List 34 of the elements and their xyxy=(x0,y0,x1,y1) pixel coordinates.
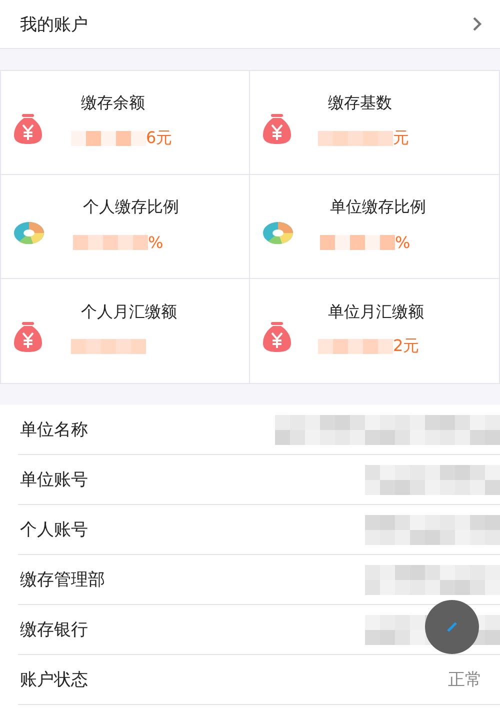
field-label: 单位账号 xyxy=(20,469,88,491)
donut-chart-icon xyxy=(13,220,45,244)
field-label: 单位名称 xyxy=(20,419,88,441)
field-label: 缴存银行 xyxy=(20,619,88,641)
stat-tile[interactable]: 个人缴存比例 % xyxy=(0,175,250,279)
money-bag-icon xyxy=(262,321,292,353)
stat-tile[interactable]: 缴存余额 6元 xyxy=(0,71,250,175)
pen-icon xyxy=(445,620,459,634)
stat-value: % xyxy=(148,232,164,252)
stat-tile[interactable]: 缴存基数 元 xyxy=(250,71,500,175)
money-bag-icon xyxy=(13,112,43,144)
field-label: 账户状态 xyxy=(20,669,88,691)
stat-tile[interactable]: 个人月汇缴额 xyxy=(0,279,250,383)
stat-label: 个人月汇缴额 xyxy=(81,302,177,322)
stat-value: 6元 xyxy=(146,128,172,148)
field-label: 缴存管理部 xyxy=(20,569,105,591)
stat-tile[interactable]: 单位月汇缴额 2元 xyxy=(250,279,500,383)
stat-label: 缴存基数 xyxy=(328,93,393,114)
field-value: 正常 xyxy=(448,669,482,691)
stat-value: 元 xyxy=(393,128,409,148)
donut-chart-icon xyxy=(262,220,294,244)
section-title: 我的账户 xyxy=(20,14,88,36)
stat-label: 缴存余额 xyxy=(81,93,146,114)
stat-label: 单位缴存比例 xyxy=(330,197,426,218)
stat-tile[interactable]: 单位缴存比例 % xyxy=(250,175,500,279)
stat-label: 单位月汇缴额 xyxy=(328,302,424,322)
money-bag-icon xyxy=(13,321,43,353)
field-label: 个人账号 xyxy=(20,519,88,541)
floating-button[interactable] xyxy=(425,600,479,654)
stat-value: % xyxy=(395,232,410,252)
money-bag-icon xyxy=(262,112,292,144)
chevron-right-icon xyxy=(472,16,482,32)
stat-label: 个人缴存比例 xyxy=(83,197,179,218)
stat-value: 2元 xyxy=(393,336,420,357)
